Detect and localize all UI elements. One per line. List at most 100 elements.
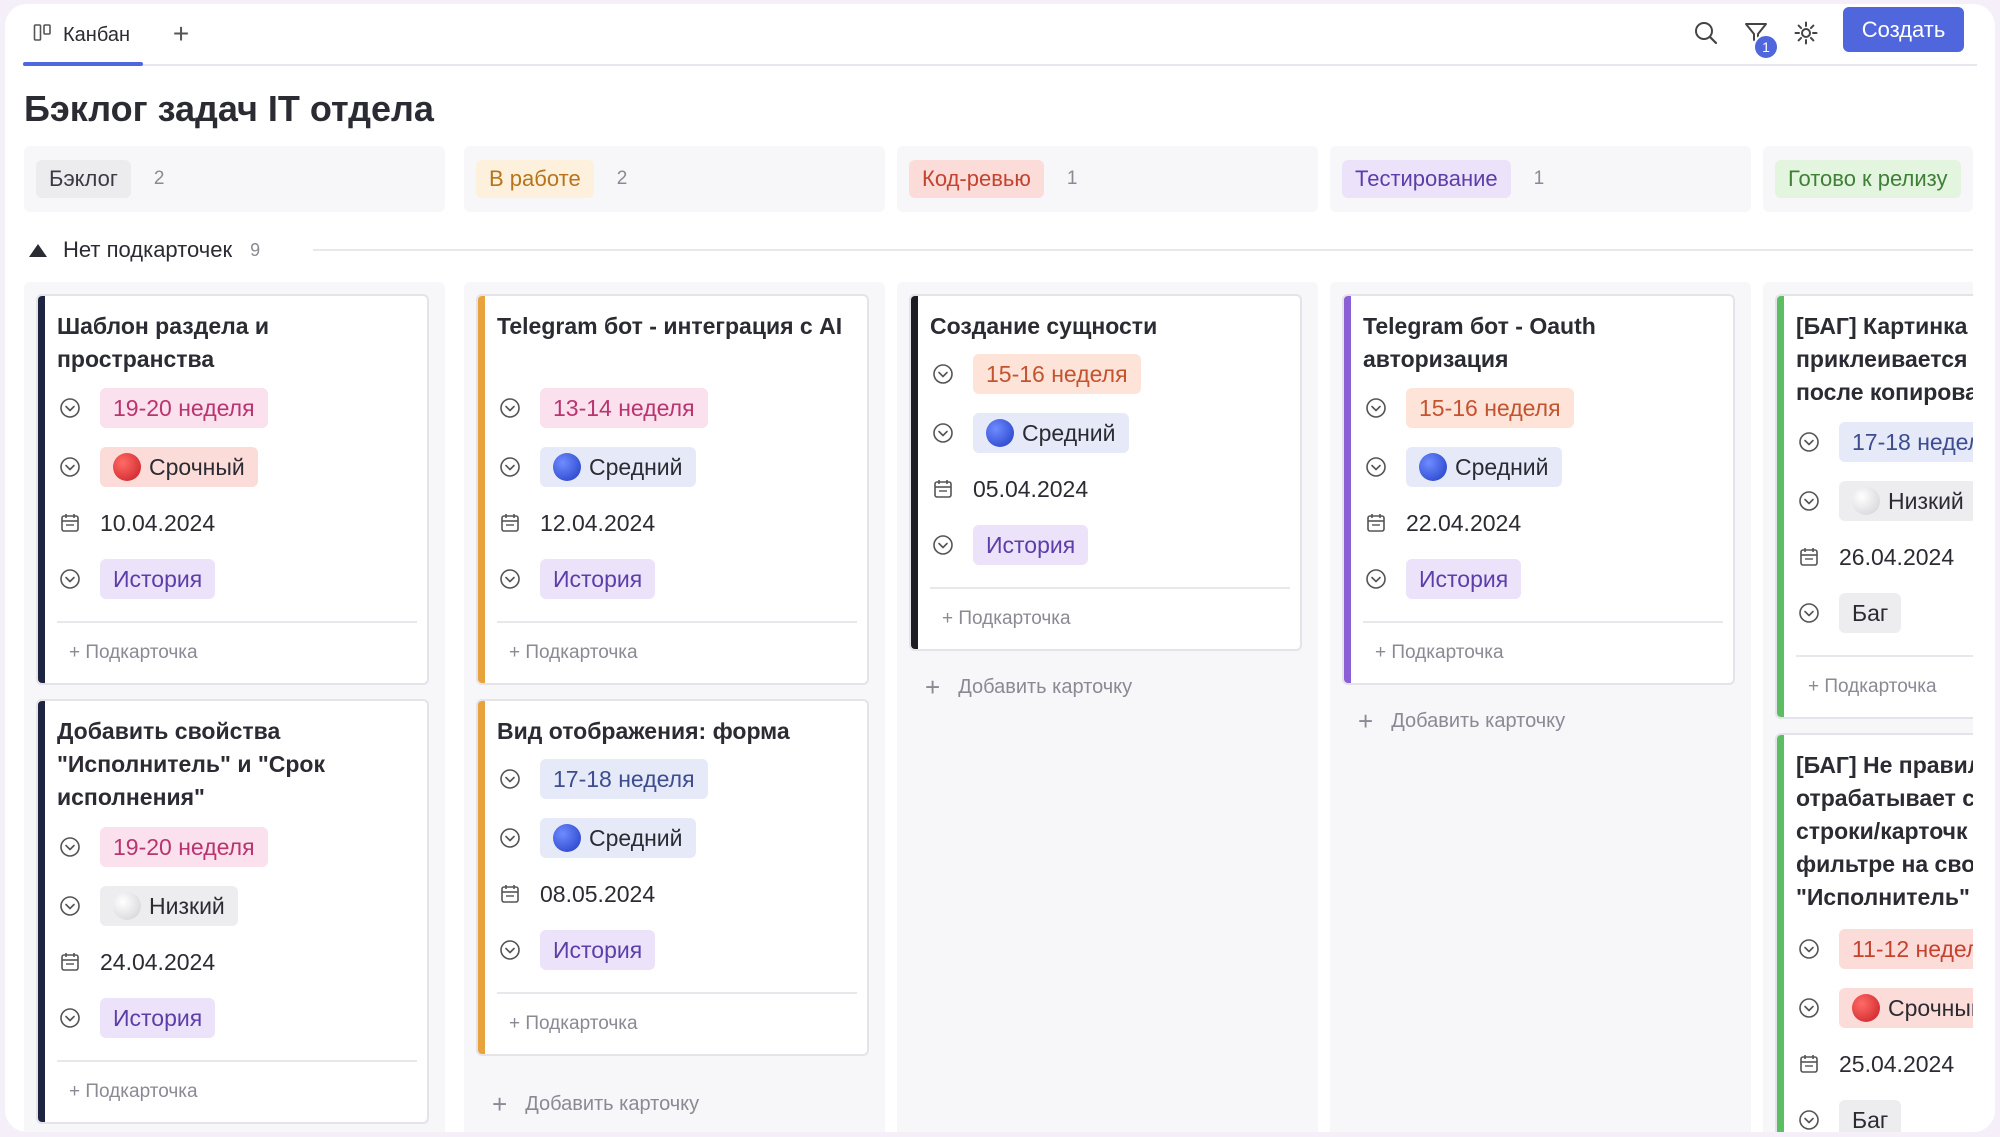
- week-property[interactable]: 15-16 неделя: [1363, 388, 1574, 428]
- priority-property[interactable]: Средний: [497, 818, 696, 858]
- type-property[interactable]: История: [497, 559, 656, 599]
- add-card-button[interactable]: + Добавить карточку: [492, 1089, 699, 1120]
- type-property[interactable]: История: [497, 930, 656, 970]
- date-property[interactable]: 12.04.2024: [497, 503, 655, 543]
- priority-label: Низкий: [149, 892, 225, 919]
- type-tag: История: [100, 998, 216, 1038]
- gear-icon[interactable]: [1791, 18, 1821, 48]
- week-tag: 13-14 неделя: [540, 388, 708, 428]
- column-header-backlog[interactable]: Бэклог 2: [24, 146, 445, 212]
- date-value: 05.04.2024: [973, 475, 1089, 502]
- add-subcard-link[interactable]: + Подкарточка: [69, 642, 198, 664]
- add-subcard-link[interactable]: + Подкарточка: [1808, 676, 1937, 698]
- priority-property[interactable]: Срочный: [57, 447, 258, 487]
- add-subcard-link[interactable]: + Подкарточка: [942, 608, 1071, 630]
- priority-property[interactable]: Низкий: [1796, 481, 1977, 521]
- type-tag: История: [1406, 559, 1522, 599]
- priority-tag: Низкий: [100, 886, 238, 926]
- type-property[interactable]: История: [57, 998, 216, 1038]
- priority-tag: Срочный: [1839, 988, 1995, 1028]
- create-button[interactable]: Создать: [1843, 7, 1964, 52]
- add-subcard-link[interactable]: + Подкарточка: [1375, 642, 1504, 664]
- week-property[interactable]: 13-14 неделя: [497, 388, 708, 428]
- select-chevron-icon: [930, 420, 956, 446]
- type-property[interactable]: История: [57, 559, 216, 599]
- card[interactable]: [БАГ] Не правил отрабатывает сс строки/к…: [1775, 733, 1995, 1132]
- column-header-ready-for-release[interactable]: Готово к релизу: [1763, 146, 1973, 212]
- card[interactable]: [БАГ] Картинка приклеивается после копир…: [1775, 294, 1995, 719]
- add-subcard-link[interactable]: + Подкарточка: [509, 1013, 638, 1035]
- week-property[interactable]: 15-16 неделя: [930, 354, 1141, 394]
- week-property[interactable]: 19-20 неделя: [57, 827, 268, 867]
- select-chevron-icon: [1796, 936, 1822, 962]
- date-property[interactable]: 25.04.2024: [1796, 1044, 1954, 1084]
- date-property[interactable]: 08.05.2024: [497, 874, 655, 914]
- type-property[interactable]: Баг: [1796, 1100, 1902, 1132]
- priority-property[interactable]: Средний: [1363, 447, 1562, 487]
- week-property[interactable]: 17-18 недел: [1796, 422, 1995, 462]
- week-property[interactable]: 17-18 неделя: [497, 759, 708, 799]
- date-property[interactable]: 05.04.2024: [930, 469, 1088, 509]
- card[interactable]: Вид отображения: форма 17-18 неделя Сред…: [476, 699, 869, 1056]
- type-tag: История: [973, 525, 1089, 565]
- date-value: 10.04.2024: [100, 509, 216, 536]
- plus-icon: +: [1358, 706, 1374, 736]
- status-chip: Бэклог: [36, 160, 131, 198]
- week-property[interactable]: 11-12 недел: [1796, 929, 1993, 969]
- add-view-button[interactable]: +: [168, 18, 194, 50]
- priority-tag: Низкий: [1839, 481, 1977, 521]
- column-header-in-progress[interactable]: В работе 2: [464, 146, 885, 212]
- type-property[interactable]: История: [930, 525, 1089, 565]
- card[interactable]: Шаблон раздела и пространства 19-20 неде…: [36, 294, 429, 685]
- search-icon[interactable]: [1691, 18, 1721, 48]
- type-property[interactable]: История: [1363, 559, 1522, 599]
- tab-kanban[interactable]: Канбан: [23, 4, 140, 66]
- card[interactable]: Добавить свойства "Исполнитель" и "Срок …: [36, 699, 429, 1124]
- add-card-button[interactable]: + Добавить карточку: [1358, 706, 1565, 737]
- column-header-testing[interactable]: Тестирование 1: [1330, 146, 1751, 212]
- date-property[interactable]: 22.04.2024: [1363, 503, 1521, 543]
- priority-label: Низкий: [1888, 487, 1964, 514]
- priority-tag: Средний: [540, 447, 696, 487]
- select-chevron-icon: [1363, 395, 1389, 421]
- card[interactable]: Telegram бот - Oauth авторизация 15-16 н…: [1342, 294, 1735, 685]
- date-property[interactable]: 10.04.2024: [57, 503, 215, 543]
- date-value: 22.04.2024: [1406, 509, 1522, 536]
- priority-property[interactable]: Средний: [930, 413, 1129, 453]
- calendar-icon: [57, 949, 83, 975]
- priority-property[interactable]: Срочный: [1796, 988, 1995, 1028]
- card-divider: [497, 621, 857, 623]
- group-toggle[interactable]: Нет подкарточек 9: [29, 232, 260, 268]
- card-accent: [38, 701, 45, 1122]
- white-circle-icon: [1852, 487, 1880, 515]
- priority-property[interactable]: Средний: [497, 447, 696, 487]
- add-subcard-link[interactable]: + Подкарточка: [69, 1081, 198, 1103]
- date-property[interactable]: 26.04.2024: [1796, 537, 1954, 577]
- card-accent: [38, 296, 45, 683]
- type-tag: История: [540, 930, 656, 970]
- column-in-progress: Telegram бот - интеграция с AI 13-14 нед…: [464, 282, 885, 1132]
- add-subcard-link[interactable]: + Подкарточка: [509, 642, 638, 664]
- blue-circle-icon: [986, 419, 1014, 447]
- priority-property[interactable]: Низкий: [57, 886, 238, 926]
- top-bar: Канбан + 1 Создать: [5, 4, 1995, 66]
- white-circle-icon: [113, 892, 141, 920]
- calendar-icon: [930, 476, 956, 502]
- week-tag: 11-12 недел: [1839, 929, 1993, 969]
- date-value: 26.04.2024: [1839, 543, 1955, 570]
- card[interactable]: Telegram бот - интеграция с AI 13-14 нед…: [476, 294, 869, 685]
- card-accent: [478, 701, 485, 1054]
- column-header-code-review[interactable]: Код-ревью 1: [897, 146, 1318, 212]
- filter-count-badge: 1: [1753, 34, 1779, 60]
- card-accent: [478, 296, 485, 683]
- card[interactable]: Создание сущности 15-16 неделя Средний 0…: [909, 294, 1302, 651]
- add-card-button[interactable]: + Добавить карточку: [925, 672, 1132, 703]
- priority-label: Срочный: [1888, 994, 1984, 1021]
- type-property[interactable]: Баг: [1796, 593, 1902, 633]
- priority-label: Средний: [589, 824, 683, 851]
- group-count: 9: [250, 239, 261, 260]
- kanban-board-icon: [33, 23, 53, 48]
- column-count: 1: [1533, 168, 1545, 189]
- week-property[interactable]: 19-20 неделя: [57, 388, 268, 428]
- date-property[interactable]: 24.04.2024: [57, 942, 215, 982]
